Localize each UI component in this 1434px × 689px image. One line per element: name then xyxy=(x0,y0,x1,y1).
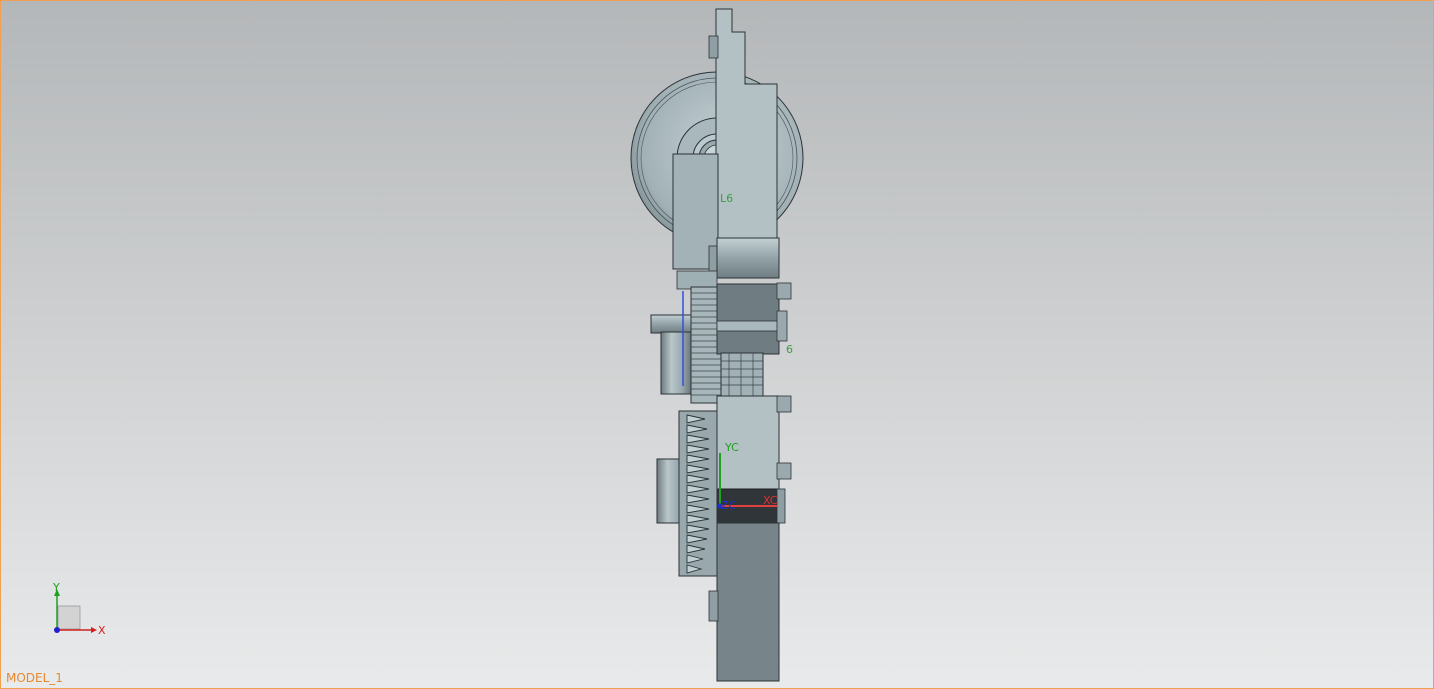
view-triad[interactable]: Y X xyxy=(52,581,106,637)
annotation-tag-mid: 6 xyxy=(786,343,793,356)
triad-plane xyxy=(57,605,81,630)
bevel-gear[interactable] xyxy=(656,410,718,577)
gear-stack-upper[interactable] xyxy=(650,270,792,404)
model-name-label: MODEL_1 xyxy=(6,671,63,685)
graphics-window[interactable]: YC XC ZC L6 6 Y X MODEL_1 xyxy=(0,0,1434,689)
triad-y-label: Y xyxy=(52,581,60,594)
wcs-zc-label: ZC xyxy=(721,499,737,512)
triad-x-label: X xyxy=(98,624,106,637)
annotation-tag-top: L6 xyxy=(720,192,733,205)
triad-origin xyxy=(54,627,60,633)
wcs-xc-label: XC xyxy=(763,494,778,507)
lower-housing[interactable] xyxy=(708,395,792,682)
triad-x-arrow xyxy=(91,627,97,633)
model-view[interactable]: YC XC ZC L6 6 Y X xyxy=(1,1,1433,688)
wcs-yc-label: YC xyxy=(724,441,739,454)
